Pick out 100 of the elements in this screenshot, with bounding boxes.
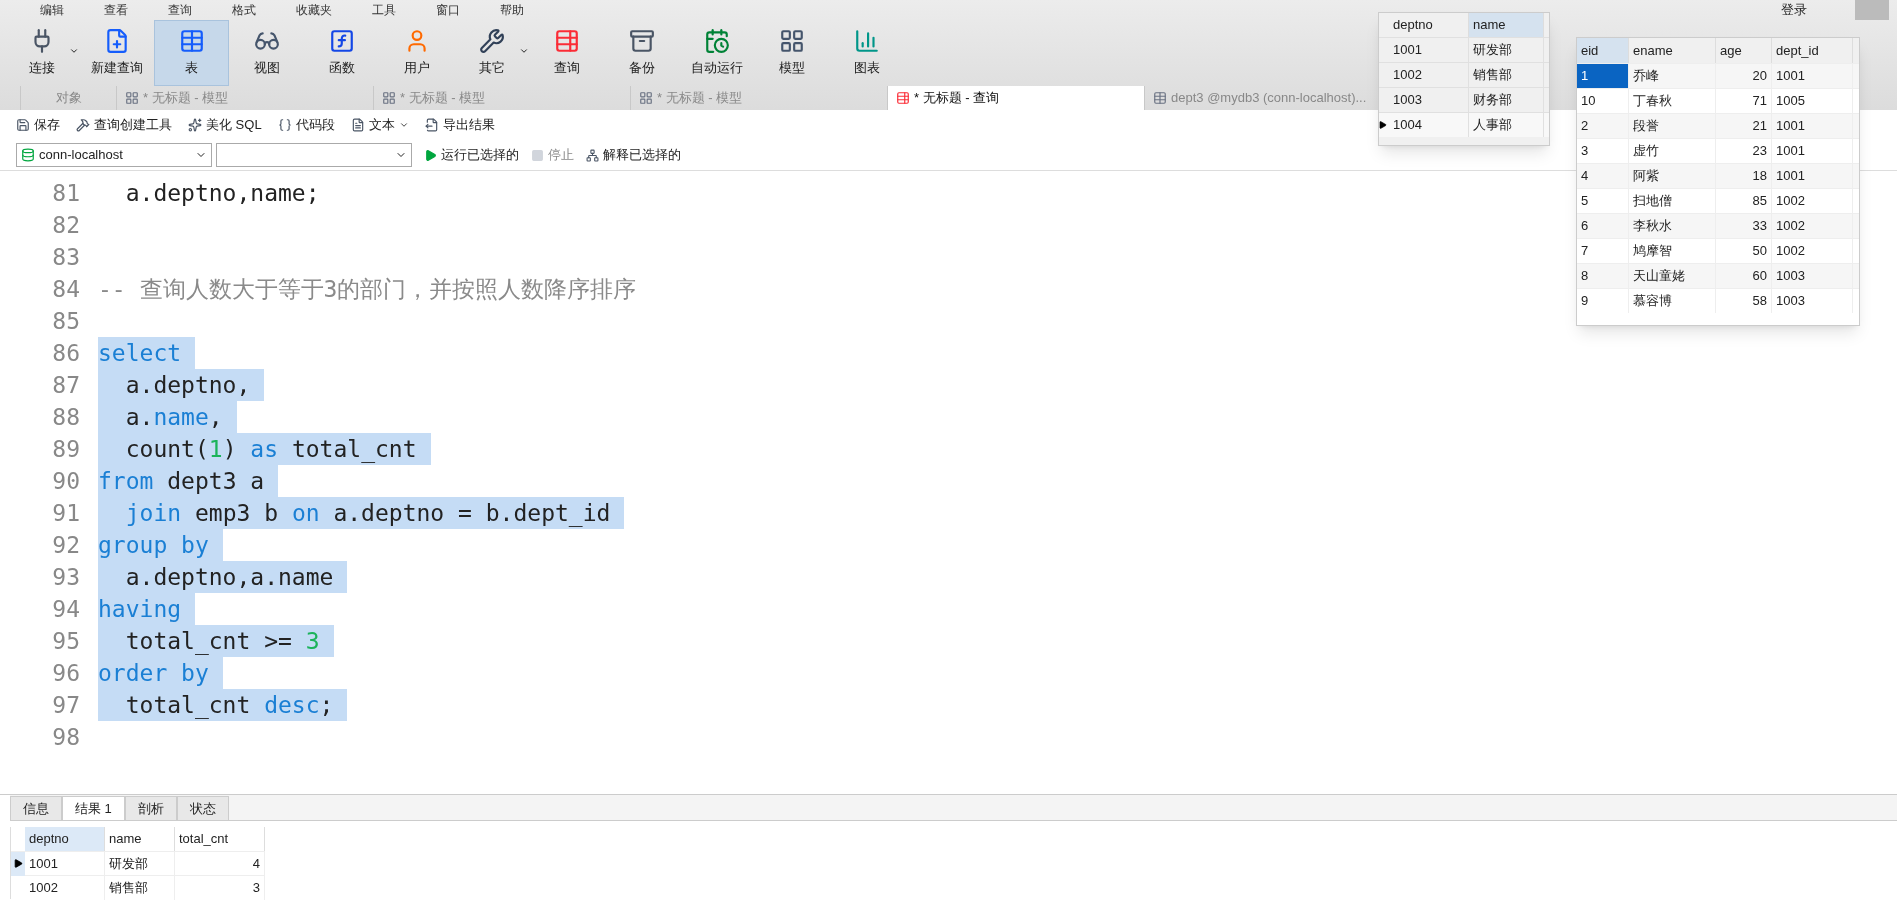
table-cell: 58 (1716, 289, 1772, 313)
avatar[interactable] (1855, 0, 1889, 20)
line-number: 85 (51, 307, 80, 336)
toolbar-button[interactable]: 自动运行 (679, 20, 754, 86)
result-tab[interactable]: 结果 1 (62, 796, 125, 820)
hammer-icon (76, 118, 90, 132)
table-cell: 研发部 (105, 851, 175, 876)
menu-item[interactable]: 收藏夹 (296, 1, 332, 19)
toolbar-button[interactable]: 连接 (4, 20, 79, 86)
row-pointer-icon (13, 859, 23, 868)
stop-icon (531, 148, 544, 162)
result-tab[interactable]: 状态 (176, 796, 229, 820)
model-icon (639, 91, 653, 105)
code-line: a.deptno,name; (124, 179, 321, 208)
query-toolbar-button[interactable]: 文本 (350, 115, 409, 135)
caret-icon (69, 46, 79, 56)
line-number: 83 (51, 243, 80, 272)
wrench-icon (478, 28, 505, 55)
query-toolbar-button[interactable]: 代码段 (277, 115, 335, 135)
table-icon (178, 28, 205, 55)
function-icon (328, 28, 355, 55)
line-number: 90 (51, 467, 80, 496)
result-tab[interactable]: 剖析 (124, 796, 177, 820)
document-icon (350, 118, 365, 132)
menu-item[interactable]: 窗口 (436, 1, 460, 19)
chart-icon (853, 28, 880, 55)
toolbar-button[interactable]: 查询 (529, 20, 604, 86)
query-toolbar-button[interactable]: 查询创建工具 (76, 115, 172, 135)
line-number: 84 (51, 275, 80, 304)
column-header[interactable]: total_cnt (175, 827, 265, 851)
table-cell: 慕容博 (1629, 289, 1716, 313)
table-cell: 销售部 (1469, 63, 1544, 87)
result-tab[interactable]: 信息 (10, 796, 62, 820)
menu-item[interactable]: 查询 (168, 1, 192, 19)
connection-select[interactable]: conn-localhost (16, 143, 212, 167)
table-cell: 1002 (25, 875, 105, 900)
table-cell: 1004 (1389, 113, 1469, 137)
menu-item[interactable]: 格式 (232, 1, 256, 19)
menu-item[interactable]: 编辑 (40, 1, 64, 19)
column-header[interactable]: name (1469, 13, 1544, 37)
row-pointer-icon (1379, 121, 1387, 129)
query-toolbar-button[interactable]: 美化 SQL (188, 115, 262, 135)
table-cell: 1001 (25, 851, 105, 876)
table-cell: 1 (1577, 64, 1629, 88)
sparkles-icon (188, 118, 202, 132)
run-action-button[interactable]: 解释已选择的 (586, 145, 681, 165)
line-number: 94 (51, 595, 80, 624)
column-header[interactable]: eid (1577, 38, 1629, 63)
toolbar-button[interactable]: 其它 (454, 20, 529, 86)
login-link[interactable]: 登录 (1781, 0, 1815, 20)
run-action-button[interactable]: 运行已选择的 (424, 145, 519, 165)
model-icon (125, 91, 139, 105)
table-cell: 9 (1577, 289, 1629, 313)
table-cell: 1001 (1389, 38, 1469, 62)
table-icon (1153, 91, 1167, 105)
table-cell: 研发部 (1469, 38, 1544, 62)
line-number: 81 (51, 179, 80, 208)
query-table-icon (896, 91, 910, 105)
line-number: 89 (51, 435, 80, 464)
caret-icon (519, 46, 529, 56)
calendar-clock-icon (703, 28, 730, 55)
database-select[interactable] (216, 143, 412, 167)
toolbar-button[interactable]: 用户 (379, 20, 454, 86)
menu-item[interactable]: 帮助 (500, 1, 524, 19)
line-number: 93 (51, 563, 80, 592)
table-cell: 4 (175, 851, 265, 876)
line-number: 82 (51, 211, 80, 240)
table-cell: 1003 (1772, 289, 1853, 313)
caret-icon (398, 120, 409, 130)
line-number: 87 (51, 371, 80, 400)
export-icon (424, 118, 439, 132)
query-toolbar-button[interactable]: 保存 (16, 115, 60, 135)
document-tab[interactable]: * 无标题 - 查询 (887, 86, 1144, 110)
menu-item[interactable]: 查看 (104, 1, 128, 19)
line-number: 97 (51, 691, 80, 720)
line-number: 98 (51, 723, 80, 752)
braces-icon (277, 118, 292, 132)
model-icon (382, 91, 396, 105)
line-number: 88 (51, 403, 80, 432)
line-number: 91 (51, 499, 80, 528)
table-cell: 1002 (1389, 63, 1469, 87)
line-number: 86 (51, 339, 80, 368)
column-header[interactable]: deptno (25, 827, 105, 851)
toolbar-button[interactable]: 备份 (604, 20, 679, 86)
table-cell: 人事部 (1469, 113, 1544, 137)
toolbar-button[interactable]: 图表 (829, 20, 904, 86)
menu-item[interactable]: 工具 (372, 1, 396, 19)
code-line: -- 查询人数大于等于3的部门，并按照人数降序排序 (98, 275, 638, 304)
database-icon (21, 148, 35, 162)
query-toolbar-button[interactable]: 导出结果 (424, 115, 495, 135)
toolbar-button[interactable]: 函数 (304, 20, 379, 86)
toolbar-button[interactable]: 模型 (754, 20, 829, 86)
diagram-icon (586, 148, 599, 162)
table-cell: 3 (175, 875, 265, 900)
column-header[interactable]: name (105, 827, 175, 851)
query-table-icon (553, 28, 580, 55)
toolbar-button[interactable]: 新建查询 (79, 20, 154, 86)
line-number: 96 (51, 659, 80, 688)
toolbar-button[interactable]: 表 (154, 20, 229, 86)
toolbar-button[interactable]: 视图 (229, 20, 304, 86)
